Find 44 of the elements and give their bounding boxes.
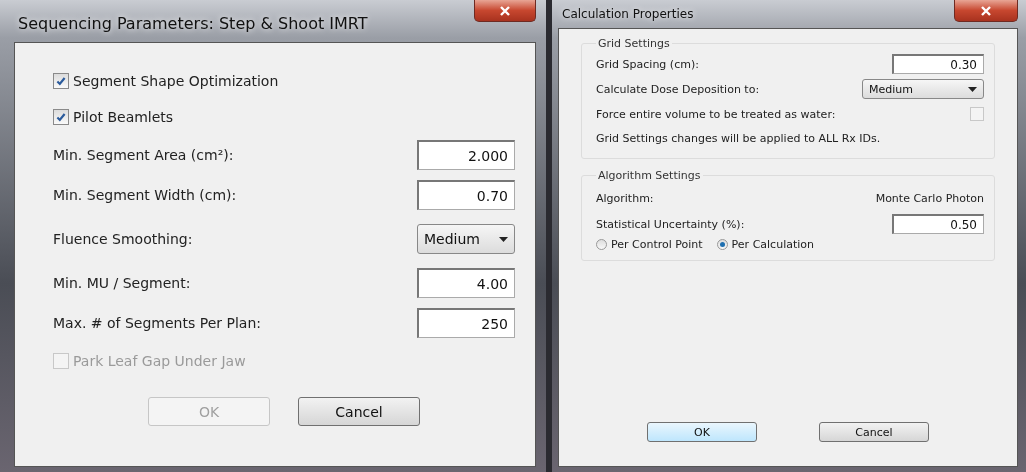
input-field[interactable]: 0.30	[892, 54, 984, 74]
field-label: Fluence Smoothing:	[53, 231, 193, 247]
field-label: Algorithm:	[596, 191, 654, 205]
radio-button[interactable]	[716, 238, 728, 250]
caret-icon	[499, 236, 508, 242]
close-icon	[499, 5, 511, 16]
note-text: Grid Settings changes will be applied to ALL Rx IDs.	[596, 131, 881, 145]
radio-label: Per Control Point	[611, 237, 703, 251]
close-button[interactable]	[954, 0, 1018, 22]
checkbox-label: Pilot Beamlets	[73, 109, 174, 125]
input-field[interactable]: 0.50	[892, 214, 984, 234]
radio-label: Per Calculation	[731, 237, 814, 251]
field-label: Calculate Dose Deposition to:	[596, 82, 760, 96]
input-field[interactable]: 2.000	[417, 140, 515, 170]
dialog-button[interactable]: Cancel	[298, 397, 420, 426]
checkbox[interactable]	[53, 73, 69, 89]
checkbox-label: Park Leaf Gap Under Jaw	[73, 353, 246, 369]
input-field[interactable]: 250	[417, 308, 515, 338]
dialog-button[interactable]: OK	[647, 422, 757, 442]
field-label: Min. Segment Width (cm):	[53, 187, 237, 203]
field-label: Min. Segment Area (cm²):	[53, 147, 234, 163]
check-icon	[55, 75, 67, 87]
checkbox-label: Force entire volume to be treated as water:	[596, 107, 836, 121]
dialog-button[interactable]: Cancel	[819, 422, 929, 442]
group-title: Algorithm Settings	[597, 169, 702, 182]
input-field[interactable]: 4.00	[417, 268, 515, 298]
check-icon	[55, 111, 67, 123]
radio-button[interactable]	[596, 238, 607, 250]
field-label: Statistical Uncertainty (%):	[596, 217, 745, 231]
close-icon	[980, 5, 992, 16]
checkbox-label: Segment Shape Optimization	[73, 73, 279, 89]
dropdown[interactable]: Medium	[862, 79, 984, 99]
checkbox[interactable]	[53, 109, 69, 125]
dropdown[interactable]: Medium	[417, 224, 515, 254]
field-value: Monte Carlo Photon	[875, 191, 984, 205]
group-title: Grid Settings	[597, 37, 671, 50]
input-field[interactable]: 0.70	[417, 180, 515, 210]
window-title: Calculation Properties	[561, 6, 694, 21]
caret-icon	[968, 86, 977, 92]
field-label: Min. MU / Segment:	[53, 275, 191, 291]
close-button[interactable]	[474, 0, 536, 22]
field-label: Max. # of Segments Per Plan:	[53, 315, 261, 331]
field-label: Grid Spacing (cm):	[596, 57, 699, 71]
window-title: Sequencing Parameters: Step & Shoot IMRT	[17, 13, 368, 33]
